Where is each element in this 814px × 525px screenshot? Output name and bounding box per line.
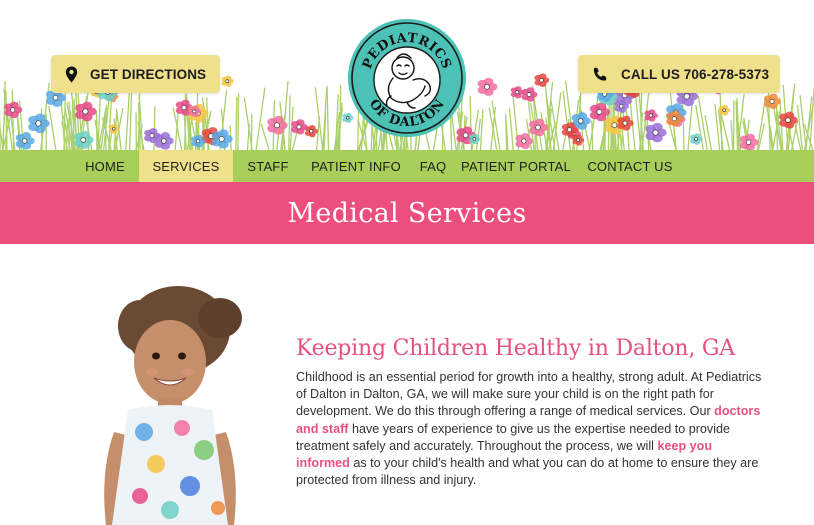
section-heading: Keeping Children Healthy in Dalton, GA bbox=[296, 336, 735, 361]
flower-decoration bbox=[617, 115, 634, 131]
flower-decoration bbox=[221, 75, 234, 87]
intro-text-3: as to your child's health and what you c… bbox=[296, 456, 759, 488]
nav-item-home[interactable]: HOME bbox=[71, 150, 139, 182]
nav-item-staff[interactable]: STAFF bbox=[233, 150, 303, 182]
page-title: Medical Services bbox=[287, 197, 527, 229]
map-pin-icon bbox=[63, 66, 79, 82]
flower-decoration bbox=[645, 122, 667, 143]
get-directions-label: GET DIRECTIONS bbox=[90, 66, 207, 82]
flower-decoration bbox=[528, 118, 549, 137]
get-directions-button[interactable]: GET DIRECTIONS bbox=[51, 55, 220, 93]
flower-decoration bbox=[15, 132, 35, 150]
nav-item-faq[interactable]: FAQ bbox=[409, 150, 457, 182]
flower-decoration bbox=[154, 132, 174, 150]
intro-paragraph: Childhood is an essential period for gro… bbox=[296, 369, 766, 489]
pediatrics-of-dalton-logo[interactable]: PEDIATRICS OF DALTON bbox=[347, 18, 467, 138]
phone-icon bbox=[592, 66, 608, 82]
nav-item-patient-info[interactable]: PATIENT INFO bbox=[303, 150, 409, 182]
flower-decoration bbox=[477, 77, 498, 96]
page-title-banner: Medical Services bbox=[0, 182, 814, 244]
flower-decoration bbox=[211, 129, 233, 149]
flower-decoration bbox=[739, 133, 759, 150]
flower-decoration bbox=[521, 87, 538, 102]
flower-decoration bbox=[718, 104, 731, 116]
services-intro: Keeping Children Healthy in Dalton, GA C… bbox=[296, 336, 766, 489]
nav-item-contact-us[interactable]: CONTACT US bbox=[575, 150, 685, 182]
intro-text-1: Childhood is an essential period for gro… bbox=[296, 370, 762, 419]
flower-decoration bbox=[764, 93, 781, 110]
site-header: GET DIRECTIONS PEDIATRICS OF DALTON CALL… bbox=[0, 0, 814, 150]
child-photo bbox=[104, 286, 242, 525]
call-us-label: CALL US 706-278-5373 bbox=[621, 66, 770, 82]
call-us-button[interactable]: CALL US 706-278-5373 bbox=[578, 55, 780, 93]
nav-item-services[interactable]: SERVICES bbox=[139, 150, 233, 182]
flower-decoration bbox=[534, 73, 550, 87]
flower-decoration bbox=[75, 101, 97, 122]
flower-decoration bbox=[644, 109, 658, 122]
nav-item-patient-portal[interactable]: PATIENT PORTAL bbox=[457, 150, 575, 182]
main-navigation: HOME SERVICES STAFF PATIENT INFO FAQ PAT… bbox=[0, 150, 814, 182]
